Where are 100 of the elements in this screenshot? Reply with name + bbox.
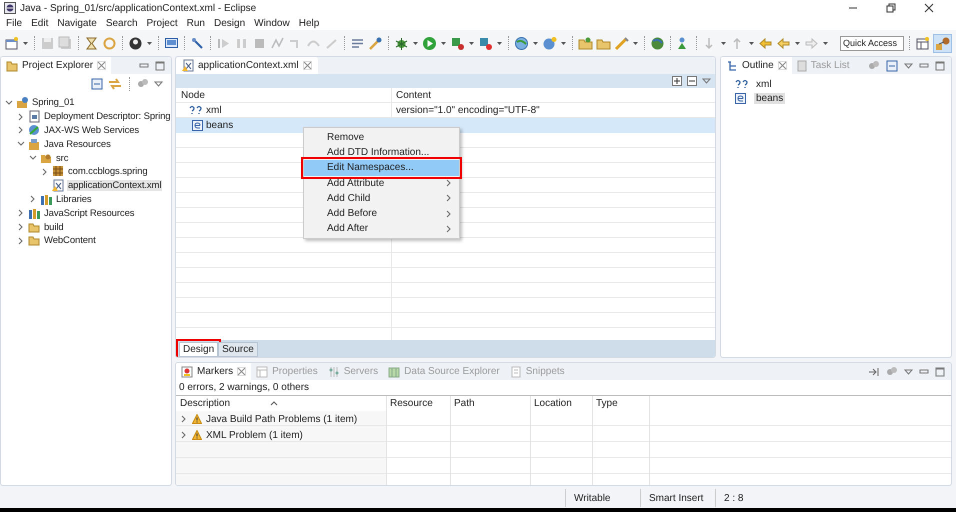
tab[interactable]: Design (179, 342, 218, 357)
tree-item[interactable]: Java Resources (43, 138, 112, 150)
sort-caret-icon (270, 401, 278, 406)
maximize-icon[interactable] (155, 60, 165, 70)
collapse-icon[interactable] (687, 76, 697, 86)
chevron-right-icon[interactable] (180, 415, 188, 423)
restore-icon[interactable] (886, 3, 896, 13)
chevron-down-icon[interactable] (17, 140, 25, 148)
menu-item[interactable]: Remove (304, 130, 459, 146)
status-text: Writable (565, 489, 640, 507)
hourglass-icon[interactable] (84, 36, 99, 50)
column-header[interactable]: Description (180, 398, 230, 409)
pin-icon[interactable] (190, 36, 205, 50)
column-header[interactable]: Type (596, 398, 618, 409)
chevron-right-icon[interactable] (180, 431, 188, 439)
close-icon[interactable] (924, 3, 934, 13)
chevron-right-icon[interactable] (17, 209, 25, 218)
column-header[interactable]: Content (391, 88, 715, 102)
menu-item[interactable]: Add Attribute (304, 176, 459, 191)
column-header[interactable]: Path (454, 398, 475, 409)
expand-icon[interactable] (672, 76, 682, 86)
snippets-icon (510, 366, 522, 378)
menu-item[interactable]: Add After (304, 221, 459, 236)
servers-icon (328, 366, 340, 378)
maximize-icon[interactable] (935, 366, 945, 376)
tree-item[interactable]: JAX-WS Web Services (43, 124, 140, 136)
view-menu-icon[interactable] (702, 78, 711, 84)
menu-item[interactable]: Add Before (304, 206, 459, 222)
warning-icon (192, 430, 202, 440)
element-icon (192, 120, 203, 130)
books-icon (40, 192, 52, 206)
outline-item[interactable]: beans (754, 92, 786, 104)
chevron-right-icon[interactable] (41, 168, 49, 176)
menu-item[interactable]: Window (254, 18, 290, 28)
chevron-down-icon[interactable] (29, 154, 37, 162)
open-folder-icon[interactable] (578, 36, 593, 50)
column-header[interactable]: Resource (390, 398, 433, 409)
new-file-icon[interactable] (4, 36, 19, 50)
tree-item[interactable]: applicationContext.xml (67, 180, 162, 192)
outline-item[interactable]: xml (754, 78, 774, 90)
books-icon (28, 206, 40, 220)
maximize-icon[interactable] (935, 60, 945, 70)
quick-access-field[interactable]: Quick Access (840, 36, 904, 50)
person-circle-icon[interactable] (128, 36, 143, 50)
column-header[interactable]: Location (534, 398, 572, 409)
problem-group[interactable]: XML Problem (1 item) (206, 430, 303, 440)
menu-item[interactable]: Navigate (57, 18, 97, 28)
bug-icon[interactable] (394, 36, 409, 50)
tree-item[interactable]: build (43, 222, 65, 233)
chevron-right-icon[interactable] (17, 236, 25, 245)
pencil-icon[interactable] (614, 36, 629, 50)
chevron-right-icon[interactable] (17, 126, 25, 134)
status-text: 2 : 8 (715, 489, 760, 507)
menu-item[interactable]: Edit Namespaces... (304, 160, 459, 176)
tree-item[interactable]: WebContent (43, 235, 97, 246)
tree-item[interactable]: Deployment Descriptor: Spring (43, 111, 171, 122)
menu-item[interactable]: File (6, 18, 22, 28)
tree-item[interactable]: com.ccblogs.spring (67, 166, 149, 178)
back-history-icon[interactable] (758, 36, 773, 50)
globe-icon[interactable] (650, 36, 665, 50)
xml-file-icon (52, 179, 64, 192)
perspective-active-icon[interactable] (935, 36, 950, 50)
column-header[interactable]: Node (176, 88, 391, 102)
tree-item[interactable]: Libraries (55, 194, 93, 205)
node-content: version="1.0" encoding="UTF-8" (396, 104, 540, 116)
menu-item[interactable]: Edit (31, 18, 48, 28)
menu-item[interactable]: Help (298, 18, 320, 28)
menu-item[interactable]: Add Child (304, 190, 459, 206)
view-menu-icon[interactable] (904, 368, 913, 374)
tab[interactable]: Source (218, 342, 258, 357)
chevron-down-icon[interactable] (5, 98, 13, 107)
menu-item[interactable]: Search (106, 18, 138, 28)
menu-item[interactable]: Run (186, 18, 205, 28)
menu-item[interactable]: Design (214, 18, 246, 28)
back-arrow-icon[interactable] (776, 36, 791, 50)
clipboard-icon (796, 60, 807, 72)
collapse-all-icon[interactable] (886, 60, 898, 72)
tree-item[interactable]: src (55, 152, 70, 164)
chevron-right-icon[interactable] (17, 223, 25, 232)
tree-item[interactable]: Spring_01 (31, 97, 76, 108)
tree-item[interactable]: JavaScript Resources (43, 208, 136, 219)
chevron-right-icon[interactable] (29, 195, 37, 204)
perspective-icon[interactable] (915, 36, 930, 50)
window-title: Java - Spring_01/src/applicationContext.xml - Eclipse (20, 2, 256, 14)
globe-icon (28, 124, 40, 137)
menu-item[interactable]: Add DTD Information... (304, 145, 459, 160)
collapse-all-icon[interactable] (91, 78, 103, 90)
view-menu-icon[interactable] (154, 81, 163, 87)
play-icon[interactable] (422, 36, 437, 50)
jar-icon (28, 138, 40, 151)
globe-icon[interactable] (514, 36, 529, 50)
monitor-icon[interactable] (164, 36, 179, 50)
menu-item[interactable]: Project (146, 18, 178, 28)
arrow-to-line-icon[interactable] (868, 366, 880, 378)
chevron-right-icon[interactable] (17, 112, 25, 121)
node-name[interactable]: xml (206, 104, 222, 116)
element-icon (735, 92, 746, 104)
view-menu-icon[interactable] (904, 62, 913, 68)
node-name[interactable]: beans (206, 120, 234, 130)
problem-group[interactable]: Java Build Path Problems (1 item) (206, 414, 358, 424)
